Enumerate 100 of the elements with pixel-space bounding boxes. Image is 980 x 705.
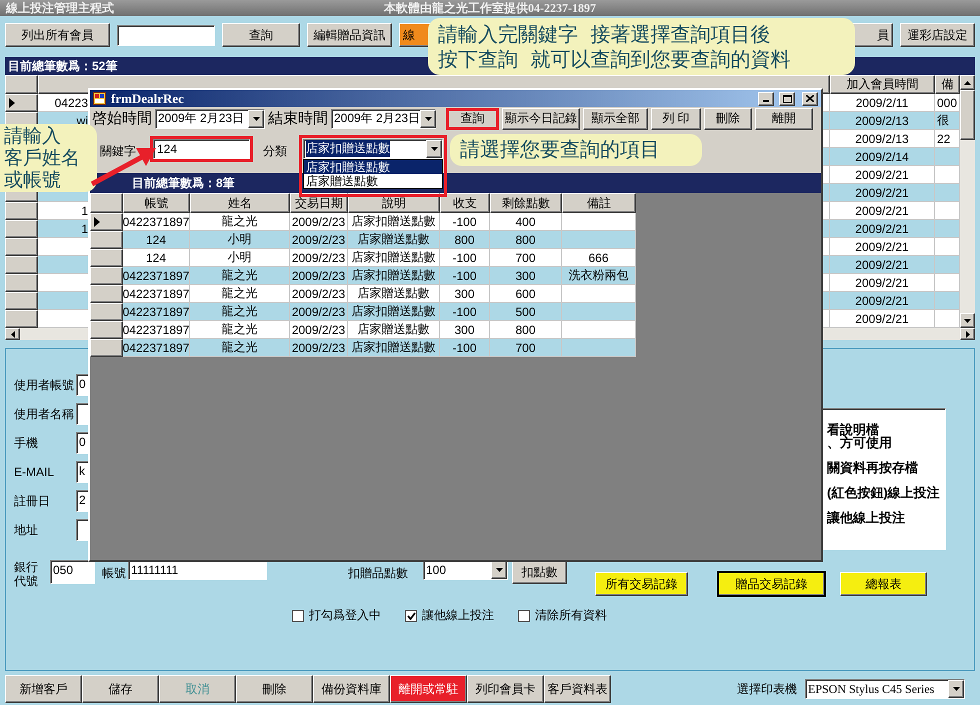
row-header[interactable] bbox=[5, 292, 38, 310]
column-header[interactable]: 收支 bbox=[440, 193, 490, 213]
window-title: 線上投注管理主程式 bbox=[6, 0, 115, 17]
row-header[interactable] bbox=[90, 249, 123, 267]
row-header[interactable] bbox=[5, 94, 38, 112]
column-header[interactable]: 帳號 bbox=[123, 193, 190, 213]
row-header[interactable] bbox=[90, 321, 123, 339]
field-label: 使用者帳號 bbox=[14, 376, 75, 394]
caret-icon bbox=[496, 568, 502, 572]
minimize-button[interactable] bbox=[758, 92, 774, 106]
scroll-thumb[interactable] bbox=[960, 90, 975, 140]
dialog-button[interactable]: 刪除 bbox=[704, 108, 752, 130]
hint-tooltip: 請選擇您要查詢的項目 bbox=[450, 134, 702, 166]
instruction-line: 讓他線上投注 bbox=[827, 511, 906, 524]
instruction-line: 、方可使用 bbox=[827, 436, 893, 449]
action-button[interactable]: 儲存 bbox=[82, 675, 159, 703]
row-header[interactable] bbox=[5, 202, 38, 220]
field-label: 手機 bbox=[14, 434, 39, 452]
table-cell: 700 bbox=[490, 339, 562, 357]
current-row-icon bbox=[9, 98, 15, 108]
field-label: 分類 bbox=[263, 142, 288, 160]
up-arrow-icon bbox=[964, 80, 971, 84]
row-header[interactable] bbox=[5, 256, 38, 274]
row-header[interactable] bbox=[90, 303, 123, 321]
action-button[interactable]: 刪除 bbox=[236, 675, 313, 703]
dialog-button[interactable]: 顯示今日記錄 bbox=[502, 108, 580, 130]
field-label: 帳號 bbox=[102, 565, 127, 582]
dropdown-option[interactable]: 店家贈送點數 bbox=[304, 174, 442, 188]
table-cell: 0422371897 bbox=[123, 339, 190, 357]
table-cell: -100 bbox=[440, 339, 490, 357]
close-button[interactable] bbox=[802, 92, 818, 106]
dropdown-option[interactable]: 店家扣贈送點數 bbox=[304, 160, 442, 174]
date-picker[interactable]: 2009年 2月23日 bbox=[331, 108, 436, 128]
toolbar-button[interactable]: 查詢 bbox=[222, 23, 300, 47]
field-label: 使用者名稱 bbox=[14, 406, 75, 422]
left-arrow-icon bbox=[10, 330, 14, 338]
close-icon bbox=[806, 95, 814, 102]
maximize-icon bbox=[782, 94, 792, 102]
field-label: 註冊日 bbox=[14, 492, 51, 510]
table-cell: 龍之光 bbox=[190, 339, 290, 357]
row-header[interactable] bbox=[5, 310, 38, 328]
row-header[interactable] bbox=[90, 231, 123, 249]
option-checkbox[interactable]: 打勾爲登入中 bbox=[292, 607, 381, 624]
row-header[interactable] bbox=[90, 339, 123, 357]
option-checkbox[interactable]: 清除所有資料 bbox=[518, 607, 607, 624]
row-header[interactable] bbox=[90, 213, 123, 231]
row-header[interactable] bbox=[5, 220, 38, 238]
column-header[interactable]: 姓名 bbox=[190, 193, 290, 213]
row-header[interactable] bbox=[90, 285, 123, 303]
vertical-scrollbar[interactable] bbox=[960, 75, 975, 328]
dialog-button[interactable]: 離開 bbox=[755, 108, 813, 130]
input-field[interactable]: 050 bbox=[50, 560, 95, 584]
date-picker[interactable]: 2009年 2月23日 bbox=[155, 108, 265, 128]
record-count: 目前總筆數爲：8筆 bbox=[132, 174, 235, 192]
caret-icon bbox=[252, 116, 260, 120]
down-arrow-icon bbox=[964, 318, 971, 322]
caret-icon bbox=[424, 116, 432, 120]
dialog-button[interactable]: 列 印 bbox=[651, 108, 701, 130]
printer-dropdown[interactable]: EPSON Stylus C45 Series bbox=[805, 679, 965, 699]
deduct-points-button[interactable]: 扣點數 bbox=[512, 560, 567, 584]
action-button[interactable]: 新增客戶 bbox=[5, 675, 82, 703]
row-header[interactable] bbox=[5, 274, 38, 292]
search-field[interactable] bbox=[117, 24, 215, 46]
dialog-button[interactable]: 查詢 bbox=[446, 108, 499, 130]
action-button[interactable]: 列印會員卡 bbox=[467, 675, 544, 703]
row-header[interactable] bbox=[90, 267, 123, 285]
points-dropdown[interactable]: 100 bbox=[423, 560, 508, 580]
action-button[interactable]: 備份資料庫 bbox=[313, 675, 390, 703]
action-button[interactable]: 客戶資料表 bbox=[544, 675, 611, 703]
field-label: E-MAIL bbox=[14, 465, 56, 479]
app-icon bbox=[93, 92, 106, 105]
column-header[interactable]: 備註 bbox=[562, 193, 636, 213]
row-header[interactable] bbox=[5, 238, 38, 256]
column-header[interactable]: 備 bbox=[935, 75, 960, 94]
check-icon bbox=[406, 612, 416, 620]
table-cell: 店家扣贈送點數 bbox=[348, 339, 440, 357]
toolbar-button[interactable]: 運彩店設定 bbox=[900, 23, 975, 47]
report-button[interactable]: 所有交易記錄 bbox=[595, 572, 688, 596]
report-button[interactable]: 總報表 bbox=[840, 572, 927, 596]
column-header[interactable]: 加入會員時間 bbox=[830, 75, 935, 94]
credit-text: 本軟體由龍之光工作室提供04-2237-1897 bbox=[384, 0, 596, 17]
column-header[interactable]: 剩餘點數 bbox=[490, 193, 562, 213]
toolbar-button[interactable]: 編輯贈品資訊 bbox=[307, 23, 392, 47]
dialog-button[interactable]: 顯示全部 bbox=[583, 108, 648, 130]
right-arrow-icon bbox=[966, 330, 970, 338]
category-dropdown[interactable]: 店家扣贈送點數 bbox=[303, 138, 443, 158]
field-label: 銀行代號 bbox=[14, 560, 39, 588]
field-label: 扣贈品點數 bbox=[348, 565, 409, 582]
field-label: 關鍵字 bbox=[100, 142, 137, 160]
maximize-button[interactable] bbox=[779, 92, 795, 106]
field-label: 選擇印表機 bbox=[737, 680, 797, 698]
record-count: 目前總筆數爲：52筆 bbox=[8, 58, 118, 74]
action-button[interactable]: 離開或常駐 bbox=[390, 675, 467, 703]
report-button[interactable]: 贈品交易記錄 bbox=[718, 572, 825, 596]
field-label: 結束時間 bbox=[268, 109, 328, 128]
option-checkbox[interactable]: 讓他線上投注 bbox=[405, 607, 494, 624]
toolbar-button[interactable]: 列出所有會員 bbox=[5, 23, 110, 47]
instruction-line: (紅色按鈕)線上投注 bbox=[827, 486, 941, 499]
input-field[interactable]: 11111111 bbox=[128, 560, 267, 580]
current-row-icon bbox=[94, 217, 100, 227]
